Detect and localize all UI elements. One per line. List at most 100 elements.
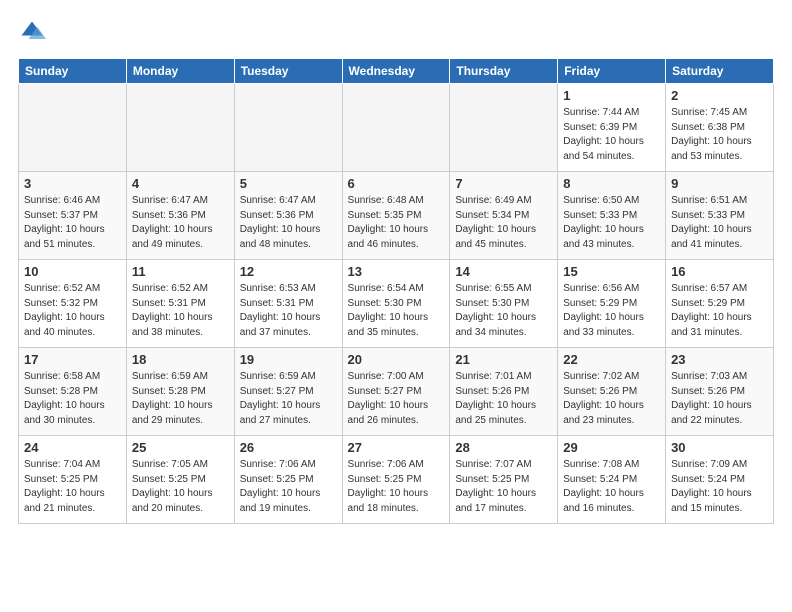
calendar: SundayMondayTuesdayWednesdayThursdayFrid… [18,58,774,524]
weekday-header: Friday [558,59,666,84]
calendar-cell: 21 Sunrise: 7:01 AMSunset: 5:26 PMDayligh… [450,348,558,436]
day-number: 24 [24,440,121,455]
weekday-header: Monday [126,59,234,84]
day-number: 11 [132,264,229,279]
calendar-cell: 11 Sunrise: 6:52 AMSunset: 5:31 PMDayligh… [126,260,234,348]
day-info: Sunrise: 7:06 AMSunset: 5:25 PMDaylight:… [240,458,337,516]
day-info: Sunrise: 7:07 AMSunset: 5:25 PMDaylight:… [455,458,552,516]
calendar-cell: 7 Sunrise: 6:49 AMSunset: 5:34 PMDaylight… [450,172,558,260]
day-info: Sunrise: 6:47 AMSunset: 5:36 PMDaylight:… [132,194,229,252]
weekday-header-row: SundayMondayTuesdayWednesdayThursdayFrid… [19,59,774,84]
calendar-cell: 25 Sunrise: 7:05 AMSunset: 5:25 PMDayligh… [126,436,234,524]
calendar-cell: 18 Sunrise: 6:59 AMSunset: 5:28 PMDayligh… [126,348,234,436]
calendar-cell: 23Sunrise: 7:03 AMSunset: 5:26 PMDayligh… [666,348,774,436]
day-number: 3 [24,176,121,191]
day-info: Sunrise: 6:47 AMSunset: 5:36 PMDaylight:… [240,194,337,252]
calendar-cell: 10 Sunrise: 6:52 AMSunset: 5:32 PMDayligh… [19,260,127,348]
day-number: 30 [671,440,768,455]
day-info: Sunrise: 7:08 AMSunset: 5:24 PMDaylight:… [563,458,660,516]
calendar-cell: 14 Sunrise: 6:55 AMSunset: 5:30 PMDayligh… [450,260,558,348]
calendar-cell [19,84,127,172]
header [18,18,774,46]
day-info: Sunrise: 6:57 AMSunset: 5:29 PMDaylight:… [671,282,768,340]
day-info: Sunrise: 6:46 AMSunset: 5:37 PMDaylight:… [24,194,121,252]
day-number: 9 [671,176,768,191]
day-info: Sunrise: 6:55 AMSunset: 5:30 PMDaylight:… [455,282,552,340]
day-number: 23 [671,352,768,367]
day-number: 29 [563,440,660,455]
weekday-header: Saturday [666,59,774,84]
day-info: Sunrise: 6:59 AMSunset: 5:27 PMDaylight:… [240,370,337,428]
day-info: Sunrise: 6:49 AMSunset: 5:34 PMDaylight:… [455,194,552,252]
calendar-cell: 28 Sunrise: 7:07 AMSunset: 5:25 PMDayligh… [450,436,558,524]
day-info: Sunrise: 6:50 AMSunset: 5:33 PMDaylight:… [563,194,660,252]
day-info: Sunrise: 6:56 AMSunset: 5:29 PMDaylight:… [563,282,660,340]
day-info: Sunrise: 7:04 AMSunset: 5:25 PMDaylight:… [24,458,121,516]
calendar-cell: 5 Sunrise: 6:47 AMSunset: 5:36 PMDaylight… [234,172,342,260]
day-number: 18 [132,352,229,367]
calendar-cell: 17 Sunrise: 6:58 AMSunset: 5:28 PMDayligh… [19,348,127,436]
day-number: 7 [455,176,552,191]
day-number: 27 [348,440,445,455]
day-info: Sunrise: 7:44 AMSunset: 6:39 PMDaylight:… [563,106,660,164]
calendar-cell: 27 Sunrise: 7:06 AMSunset: 5:25 PMDayligh… [342,436,450,524]
calendar-week-row: 24 Sunrise: 7:04 AMSunset: 5:25 PMDayligh… [19,436,774,524]
logo-icon [18,18,46,46]
day-number: 20 [348,352,445,367]
day-number: 22 [563,352,660,367]
day-number: 2 [671,88,768,103]
day-info: Sunrise: 7:00 AMSunset: 5:27 PMDaylight:… [348,370,445,428]
calendar-cell [342,84,450,172]
day-info: Sunrise: 6:58 AMSunset: 5:28 PMDaylight:… [24,370,121,428]
day-number: 21 [455,352,552,367]
day-number: 28 [455,440,552,455]
day-info: Sunrise: 7:05 AMSunset: 5:25 PMDaylight:… [132,458,229,516]
day-info: Sunrise: 6:53 AMSunset: 5:31 PMDaylight:… [240,282,337,340]
day-info: Sunrise: 6:52 AMSunset: 5:32 PMDaylight:… [24,282,121,340]
day-number: 6 [348,176,445,191]
calendar-cell: 6 Sunrise: 6:48 AMSunset: 5:35 PMDaylight… [342,172,450,260]
calendar-cell [126,84,234,172]
day-info: Sunrise: 6:51 AMSunset: 5:33 PMDaylight:… [671,194,768,252]
calendar-cell: 24 Sunrise: 7:04 AMSunset: 5:25 PMDayligh… [19,436,127,524]
weekday-header: Sunday [19,59,127,84]
day-number: 1 [563,88,660,103]
calendar-cell: 12 Sunrise: 6:53 AMSunset: 5:31 PMDayligh… [234,260,342,348]
day-info: Sunrise: 7:45 AMSunset: 6:38 PMDaylight:… [671,106,768,164]
calendar-cell: 4Sunrise: 6:47 AMSunset: 5:36 PMDaylight… [126,172,234,260]
calendar-cell: 20 Sunrise: 7:00 AMSunset: 5:27 PMDayligh… [342,348,450,436]
day-info: Sunrise: 7:01 AMSunset: 5:26 PMDaylight:… [455,370,552,428]
calendar-cell: 1 Sunrise: 7:44 AMSunset: 6:39 PMDaylight… [558,84,666,172]
day-number: 17 [24,352,121,367]
weekday-header: Wednesday [342,59,450,84]
day-number: 25 [132,440,229,455]
calendar-cell: 26 Sunrise: 7:06 AMSunset: 5:25 PMDayligh… [234,436,342,524]
day-number: 19 [240,352,337,367]
day-number: 16 [671,264,768,279]
calendar-cell: 19 Sunrise: 6:59 AMSunset: 5:27 PMDayligh… [234,348,342,436]
day-info: Sunrise: 7:06 AMSunset: 5:25 PMDaylight:… [348,458,445,516]
day-number: 14 [455,264,552,279]
calendar-week-row: 3 Sunrise: 6:46 AMSunset: 5:37 PMDaylight… [19,172,774,260]
calendar-cell: 8 Sunrise: 6:50 AMSunset: 5:33 PMDaylight… [558,172,666,260]
calendar-cell: 9 Sunrise: 6:51 AMSunset: 5:33 PMDaylight… [666,172,774,260]
day-number: 8 [563,176,660,191]
day-info: Sunrise: 6:48 AMSunset: 5:35 PMDaylight:… [348,194,445,252]
day-info: Sunrise: 6:59 AMSunset: 5:28 PMDaylight:… [132,370,229,428]
day-info: Sunrise: 6:52 AMSunset: 5:31 PMDaylight:… [132,282,229,340]
day-info: Sunrise: 7:09 AMSunset: 5:24 PMDaylight:… [671,458,768,516]
calendar-cell: 13Sunrise: 6:54 AMSunset: 5:30 PMDayligh… [342,260,450,348]
calendar-cell: 15 Sunrise: 6:56 AMSunset: 5:29 PMDayligh… [558,260,666,348]
calendar-week-row: 1 Sunrise: 7:44 AMSunset: 6:39 PMDaylight… [19,84,774,172]
day-number: 13 [348,264,445,279]
day-number: 12 [240,264,337,279]
day-number: 15 [563,264,660,279]
calendar-cell [450,84,558,172]
page: SundayMondayTuesdayWednesdayThursdayFrid… [0,0,792,534]
weekday-header: Tuesday [234,59,342,84]
day-number: 10 [24,264,121,279]
day-number: 26 [240,440,337,455]
day-number: 5 [240,176,337,191]
calendar-cell: 22Sunrise: 7:02 AMSunset: 5:26 PMDayligh… [558,348,666,436]
calendar-cell: 3 Sunrise: 6:46 AMSunset: 5:37 PMDaylight… [19,172,127,260]
